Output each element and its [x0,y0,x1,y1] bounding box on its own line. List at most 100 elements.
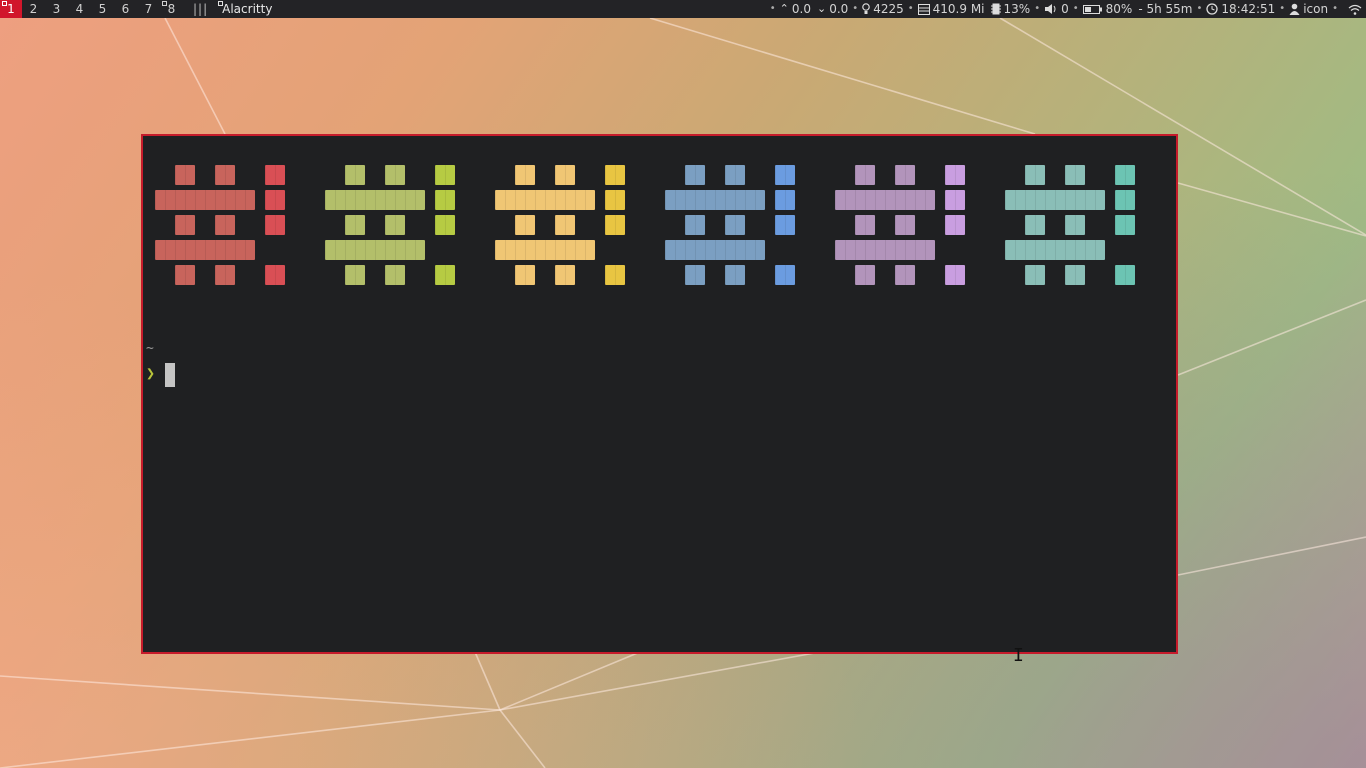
palette-block [215,165,235,185]
palette-block [1025,165,1045,185]
palette-color-4 [665,165,796,285]
palette-color-6 [1005,165,1136,285]
chevron-down-icon: ⌄ [816,2,827,15]
palette-block [945,265,965,285]
window-title-text: Alacritty [222,2,273,16]
battery-time-value: - 5h 55m [1138,2,1193,16]
palette-block [385,165,405,185]
palette-block [215,265,235,285]
palette-block [1005,190,1105,210]
palette-block [345,165,365,185]
palette-block [325,240,425,260]
battery-value: 80% [1105,2,1133,16]
palette-block [1115,190,1135,210]
separator-dot: • [769,3,776,14]
cpu-icon [990,3,1001,15]
palette-block [945,165,965,185]
brightness-status[interactable]: 4225 [862,0,904,18]
palette-block [775,165,795,185]
palette-block [265,165,285,185]
workspace-1[interactable]: 1 [0,0,22,18]
palette-block [155,190,255,210]
alacritty-terminal-window[interactable]: ~ ❯ I [141,134,1178,666]
palette-block [685,265,705,285]
volume-value: 0 [1061,2,1069,16]
palette-block [515,215,535,235]
window-title: Alacritty [218,0,272,18]
palette-block [495,240,595,260]
palette-color-3 [495,165,626,285]
clock-status: 18:42:51 [1206,0,1275,18]
palette-block [895,265,915,285]
palette-block [665,190,765,210]
layout-indicator[interactable]: ||| [193,0,208,18]
workspace-6[interactable]: 6 [114,0,137,18]
palette-block [265,265,285,285]
palette-block [665,240,765,260]
window-dot-icon [218,1,224,6]
separator-dot: • [1279,3,1286,14]
workspace-3[interactable]: 3 [45,0,68,18]
palette-block [775,265,795,285]
palette-block [945,190,965,210]
palette-color-2 [325,165,456,285]
palette-block [725,165,745,185]
palette-block [1025,215,1045,235]
palette-block [265,215,285,235]
cpu-status: 13% [990,0,1030,18]
separator-dot: • [1196,3,1203,14]
palette-block [855,265,875,285]
clock-value: 18:42:51 [1221,2,1276,16]
occupied-dot-icon [162,1,167,6]
palette-block [435,165,455,185]
palette-block [895,165,915,185]
workspace-8[interactable]: 8 [160,0,183,18]
workspace-label: 1 [7,2,15,16]
palette-block [325,190,425,210]
net-up-status: ⌃ 0.0 [780,0,811,18]
palette-block [855,165,875,185]
palette-block [1065,215,1085,235]
palette-block [775,190,795,210]
palette-block [345,265,365,285]
top-status-bar: 1 2 3 4 5 6 7 8 ||| Alacritty • ⌃ 0.0 ⌄ 0.… [0,0,1366,18]
user-icon [1289,3,1300,15]
workspace-5[interactable]: 5 [91,0,114,18]
prompt-symbol: ❯ [146,364,156,382]
palette-block [685,215,705,235]
palette-block [605,165,625,185]
palette-block [215,215,235,235]
status-area: • ⌃ 0.0 ⌄ 0.0 • 4225 • 410.9 Mi 13% • 0 • … [766,0,1366,18]
separator-dot: • [907,3,914,14]
battery-status: 80% [1082,0,1133,18]
workspace-7[interactable]: 7 [137,0,160,18]
palette-block [1115,165,1135,185]
mouse-ibeam-cursor-icon: I [1013,645,1024,666]
separator-dot: • [852,3,859,14]
separator-dot: • [1034,3,1041,14]
palette-block [175,265,195,285]
palette-block [345,215,365,235]
net-down-value: 0.0 [829,2,849,16]
net-down-status: ⌄ 0.0 [817,0,848,18]
palette-block [835,240,935,260]
net-up-value: 0.0 [791,2,811,16]
palette-block [685,165,705,185]
palette-block [555,215,575,235]
palette-color-1 [155,165,286,285]
workspace-4[interactable]: 4 [68,0,91,18]
palette-block [385,265,405,285]
palette-block [1115,215,1135,235]
volume-status[interactable]: 0 [1044,0,1069,18]
palette-block [175,215,195,235]
wifi-status[interactable] [1348,4,1362,15]
palette-block [1005,240,1105,260]
clock-icon [1206,3,1219,15]
memory-value: 410.9 Mi [932,2,985,16]
user-status: icon [1289,0,1328,18]
brightness-value: 4225 [873,2,904,16]
palette-block [605,215,625,235]
memory-icon [917,3,930,15]
workspace-2[interactable]: 2 [22,0,45,18]
palette-block [175,165,195,185]
